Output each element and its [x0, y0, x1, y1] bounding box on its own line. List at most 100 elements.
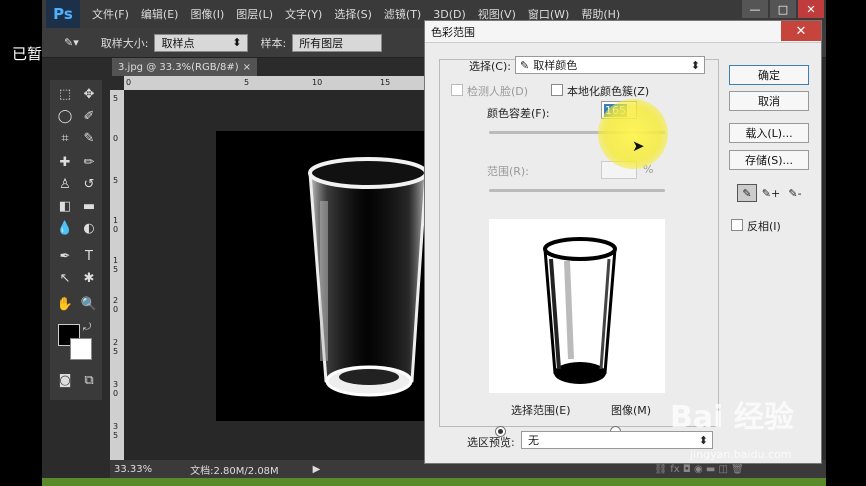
ruler-tick-label: 0 — [113, 134, 119, 143]
path-selection-icon[interactable]: ↖ — [54, 268, 76, 288]
range-label: 范围(R): — [487, 165, 529, 178]
sample-size-label: 取样大小: — [100, 36, 149, 50]
menu-file[interactable]: 文件(F) — [92, 6, 129, 22]
ruler-tick-label: 5 — [244, 78, 250, 87]
history-brush-icon[interactable]: ↺ — [78, 174, 100, 194]
sample-size-value: 取样点 — [161, 36, 195, 50]
menu-3d[interactable]: 3D(D) — [433, 8, 466, 21]
right-letterbox — [826, 0, 866, 486]
ruler-tick-label: 3 0 — [113, 380, 119, 398]
cursor-highlight — [598, 99, 668, 169]
lasso-tool-icon[interactable]: ◯ — [54, 106, 76, 126]
status-menu-arrow-icon[interactable]: ▶ — [313, 464, 321, 475]
layer-panel-icons: ⛓ fx ◘ ◉ ▬ ◫ 🗑 — [654, 463, 744, 475]
vertical-ruler: 5 0 5 1 0 1 5 2 0 2 5 3 0 3 5 — [110, 90, 124, 460]
brush-tool-icon[interactable]: ✏ — [78, 152, 100, 172]
localized-clusters-checkbox[interactable] — [551, 84, 563, 96]
zoom-tool-icon[interactable]: 🔍 — [78, 294, 100, 314]
screen-mode-icon[interactable]: ⧉ — [78, 370, 100, 390]
sample-dropdown[interactable]: 所有图层 — [292, 33, 383, 52]
selection-preview[interactable] — [489, 219, 665, 393]
swap-colors-icon[interactable]: ⤾ — [80, 320, 94, 334]
chevron-down-icon: ⬍ — [232, 36, 242, 49]
close-window-button[interactable]: ✕ — [798, 0, 824, 18]
watermark-url: jingyan.baidu.com — [690, 448, 792, 461]
invert-checkbox[interactable] — [731, 219, 743, 231]
ruler-tick-label: 10 — [312, 78, 323, 87]
chevron-down-icon: ⬍ — [690, 58, 700, 72]
detect-faces-checkbox[interactable] — [451, 84, 463, 96]
document-size-info: 文档:2.80M/2.08M — [190, 465, 279, 477]
eyedropper-add-icon[interactable]: ✎+ — [761, 184, 781, 202]
gradient-tool-icon[interactable]: ▬ — [78, 196, 100, 216]
pen-tool-icon[interactable]: ✒ — [54, 246, 76, 266]
quick-mask-icon[interactable]: ◙ — [54, 370, 76, 390]
menu-select[interactable]: 选择(S) — [334, 6, 372, 22]
background-strip — [42, 478, 826, 486]
menu-layer[interactable]: 图层(L) — [236, 6, 273, 22]
mouse-cursor-icon: ➤ — [632, 137, 645, 155]
crop-tool-icon[interactable]: ⌗ — [54, 128, 76, 148]
save-button[interactable]: 存储(S)... — [729, 150, 809, 170]
sample-size-dropdown[interactable]: 取样点 ⬍ — [154, 33, 249, 52]
dialog-title: 色彩范围 — [431, 25, 475, 39]
selection-preview-image — [543, 237, 617, 384]
selection-preview-label: 选区预览: — [467, 436, 515, 449]
clone-stamp-icon[interactable]: ♙ — [54, 174, 76, 194]
eraser-tool-icon[interactable]: ◧ — [54, 196, 76, 216]
move-tool-icon[interactable]: ✥ — [78, 84, 100, 104]
sample-label: 样本: — [260, 36, 287, 50]
menu-image[interactable]: 图像(I) — [190, 6, 224, 22]
tools-panel: ⬚ ✥ ◯ ✐ ⌗ ✎ ✚ ✏ ♙ ↺ ◧ ▬ 💧 ◐ ✒ T ↖ ✱ ✋ 🔍 … — [50, 80, 102, 400]
dialog-titlebar: 色彩范围 — [425, 21, 821, 43]
detect-faces-label: 检测人脸(D) — [467, 85, 529, 98]
blur-tool-icon[interactable]: 💧 — [54, 218, 76, 238]
restore-button[interactable]: □ — [770, 0, 796, 18]
dialog-close-button[interactable]: ✕ — [781, 21, 821, 41]
menu-edit[interactable]: 编辑(E) — [141, 6, 179, 22]
ruler-tick-label: 1 0 — [113, 216, 119, 234]
window-controls: — □ ✕ — [740, 0, 824, 18]
ruler-tick-label: 2 5 — [113, 338, 119, 356]
select-value: 取样颜色 — [533, 59, 578, 72]
menu-type[interactable]: 文字(Y) — [285, 6, 322, 22]
document-tab[interactable]: 3.jpg @ 33.3%(RGB/8#) × — [112, 58, 257, 76]
ruler-tick-label: 2 0 — [113, 296, 119, 314]
eyedropper-subtract-icon[interactable]: ✎- — [785, 184, 805, 202]
select-label: 选择(C): — [469, 60, 511, 73]
document-tab-title: 3.jpg @ 33.3%(RGB/8#) — [118, 61, 239, 73]
menu-filter[interactable]: 滤镜(T) — [384, 6, 421, 22]
eyedropper-tool-icon[interactable]: ✎▾ — [64, 36, 79, 49]
invert-label: 反相(I) — [747, 220, 781, 233]
minimize-button[interactable]: — — [742, 0, 768, 18]
cancel-button[interactable]: 取消 — [729, 91, 809, 111]
glass-image — [308, 157, 428, 397]
ruler-tick-label: 0 — [126, 78, 132, 87]
hand-tool-icon[interactable]: ✋ — [54, 294, 76, 314]
healing-brush-icon[interactable]: ✚ — [54, 152, 76, 172]
left-letterbox — [0, 0, 42, 486]
marquee-tool-icon[interactable]: ⬚ — [54, 84, 76, 104]
load-button[interactable]: 载入(L)... — [729, 123, 809, 143]
eyedropper-icon: ✎ — [520, 58, 530, 72]
background-color-swatch[interactable] — [70, 338, 92, 360]
baidu-watermark: Bai 经验 — [670, 400, 794, 435]
quick-selection-tool-icon[interactable]: ✐ — [78, 106, 100, 126]
range-slider[interactable] — [489, 189, 665, 192]
close-tab-icon[interactable]: × — [243, 62, 251, 73]
ok-button[interactable]: 确定 — [729, 65, 809, 85]
zoom-level[interactable]: 33.33% — [114, 464, 152, 475]
selection-preview-value: 无 — [528, 434, 539, 447]
eyedropper-sample-icon[interactable]: ✎ — [737, 184, 757, 202]
select-dropdown[interactable]: ✎ 取样颜色 ⬍ — [515, 56, 705, 74]
photoshop-logo: Ps — [46, 0, 80, 28]
dodge-tool-icon[interactable]: ◐ — [78, 218, 100, 238]
eyedropper-icon[interactable]: ✎ — [78, 128, 100, 148]
selection-radio-label: 选择范围(E) — [511, 404, 571, 417]
type-tool-icon[interactable]: T — [78, 246, 100, 266]
ruler-tick-label: 1 5 — [113, 256, 119, 274]
shape-tool-icon[interactable]: ✱ — [78, 268, 100, 288]
fuzziness-label: 颜色容差(F): — [487, 107, 550, 120]
image-radio-label: 图像(M) — [611, 404, 652, 417]
horizontal-ruler: 0 5 10 15 — [124, 76, 454, 90]
